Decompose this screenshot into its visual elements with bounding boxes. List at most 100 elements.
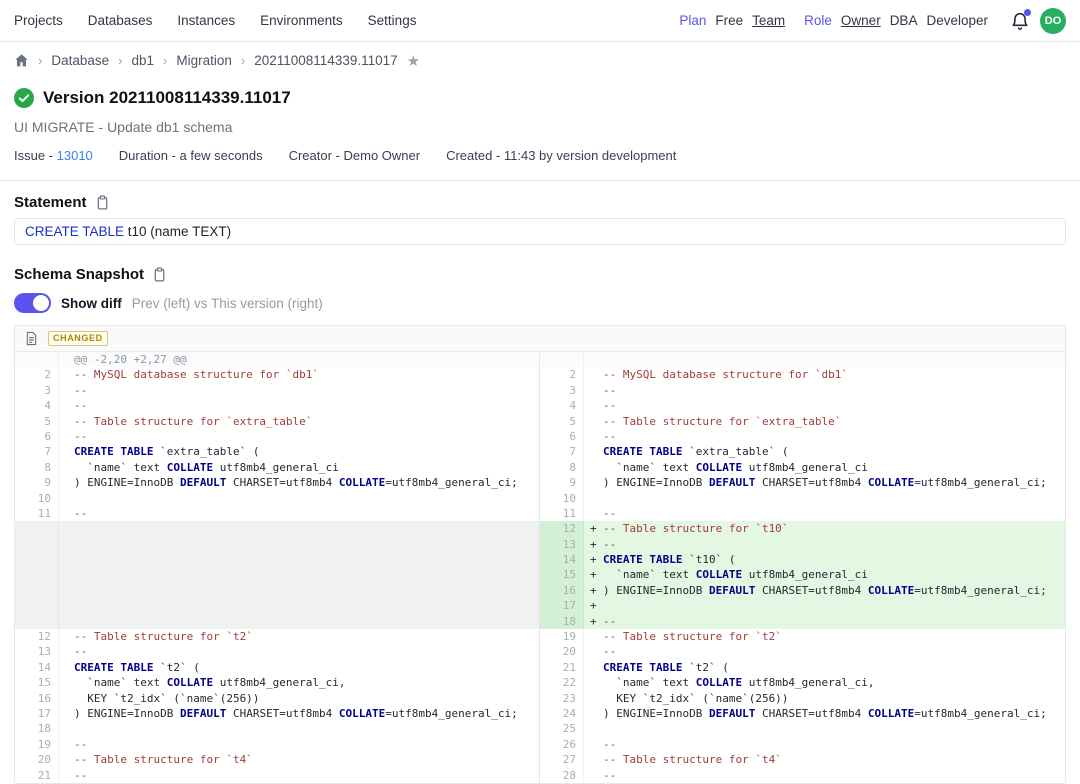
diff-prefix <box>590 475 603 490</box>
issue-link[interactable]: 13010 <box>57 148 93 163</box>
code-line: CREATE TABLE `t2` ( <box>59 660 539 675</box>
code-line <box>584 352 1065 367</box>
line-number: 11 <box>540 506 584 521</box>
line-number: 22 <box>540 675 584 690</box>
role-owner-link[interactable]: Owner <box>841 13 881 28</box>
sql-text: utf8mb4_general_ci, <box>213 675 345 690</box>
diff-row: 8 `name` text COLLATE utf8mb4_general_ci <box>540 460 1065 475</box>
line-number <box>15 583 59 598</box>
diff-row: 5-- Table structure for `extra_table` <box>15 414 539 429</box>
sql-keyword: COLLATE <box>868 583 914 598</box>
role-option-dba[interactable]: DBA <box>890 13 918 28</box>
line-number <box>15 521 59 536</box>
show-diff-label: Show diff <box>61 296 122 311</box>
issue-label: Issue - <box>14 148 53 163</box>
nav-item-instances[interactable]: Instances <box>177 13 235 28</box>
code-line <box>59 567 539 582</box>
line-number <box>15 537 59 552</box>
diff-row <box>15 598 539 613</box>
diff-row: 2-- MySQL database structure for `db1` <box>540 367 1065 382</box>
line-number: 24 <box>540 706 584 721</box>
code-line: +-- <box>584 614 1065 629</box>
code-line <box>584 721 1065 736</box>
diff-row <box>15 567 539 582</box>
line-number <box>15 614 59 629</box>
plan-value: Free <box>715 13 743 28</box>
diff-row: 19-- <box>15 737 539 752</box>
diff-row: 22 `name` text COLLATE utf8mb4_general_c… <box>540 675 1065 690</box>
line-number: 15 <box>15 675 59 690</box>
diff-row: 13+-- <box>540 537 1065 552</box>
line-number: 7 <box>15 444 59 459</box>
sql-comment: -- <box>74 644 87 659</box>
nav-item-projects[interactable]: Projects <box>14 13 63 28</box>
code-line <box>59 598 539 613</box>
sql-text: `t2` ( <box>153 660 199 675</box>
role-option-developer[interactable]: Developer <box>926 13 988 28</box>
code-line: -- Table structure for `t4` <box>584 752 1065 767</box>
line-number <box>15 598 59 613</box>
notification-bell-icon[interactable] <box>1009 10 1031 32</box>
avatar[interactable]: DO <box>1040 8 1066 34</box>
sql-keyword: DEFAULT <box>709 475 755 490</box>
diff-row: 5-- Table structure for `extra_table` <box>540 414 1065 429</box>
show-diff-toggle[interactable] <box>14 293 51 313</box>
diff-row: 26-- <box>540 737 1065 752</box>
diff-hint: Prev (left) vs This version (right) <box>132 296 323 311</box>
diff-row: 9) ENGINE=InnoDB DEFAULT CHARSET=utf8mb4… <box>15 475 539 490</box>
diff-row: 17) ENGINE=InnoDB DEFAULT CHARSET=utf8mb… <box>15 706 539 721</box>
code-line: ) ENGINE=InnoDB DEFAULT CHARSET=utf8mb4 … <box>59 475 539 490</box>
code-line: -- <box>584 429 1065 444</box>
diff-row: 12-- Table structure for `t2` <box>15 629 539 644</box>
sql-text: `extra_table` ( <box>682 444 788 459</box>
code-line <box>59 614 539 629</box>
diff-prefix <box>590 660 603 675</box>
diff-row: 15 `name` text COLLATE utf8mb4_general_c… <box>15 675 539 690</box>
sql-keyword: COLLATE <box>167 675 213 690</box>
code-line: -- Table structure for `t4` <box>59 752 539 767</box>
nav-item-databases[interactable]: Databases <box>88 13 153 28</box>
code-line: CREATE TABLE `t2` ( <box>584 660 1065 675</box>
diff-row <box>15 583 539 598</box>
breadcrumb-database[interactable]: Database <box>51 53 109 68</box>
diff-row: 8 `name` text COLLATE utf8mb4_general_ci <box>15 460 539 475</box>
home-icon[interactable] <box>14 53 29 68</box>
snapshot-heading: Schema Snapshot <box>14 266 144 283</box>
sql-text: utf8mb4_general_ci <box>742 460 868 475</box>
code-line: -- MySQL database structure for `db1` <box>59 367 539 382</box>
diff-row: 14+CREATE TABLE `t10` ( <box>540 552 1065 567</box>
plan-team-link[interactable]: Team <box>752 13 785 28</box>
sql-keyword: COLLATE <box>696 567 742 582</box>
breadcrumb-db1[interactable]: db1 <box>131 53 154 68</box>
sql-keyword: DEFAULT <box>709 583 755 598</box>
sql-keyword: DEFAULT <box>709 706 755 721</box>
line-number: 10 <box>15 491 59 506</box>
sql-text: utf8mb4_general_ci <box>742 567 868 582</box>
line-number: 21 <box>540 660 584 675</box>
diff-pane-left[interactable]: @@ -2,20 +2,27 @@2-- MySQL database stru… <box>15 352 540 783</box>
nav-item-environments[interactable]: Environments <box>260 13 343 28</box>
breadcrumb-separator: › <box>118 53 122 68</box>
breadcrumb-migration[interactable]: Migration <box>176 53 232 68</box>
code-line <box>59 537 539 552</box>
sql-comment: -- Table structure for `t2` <box>603 629 782 644</box>
line-number: 9 <box>540 475 584 490</box>
diff-pane-right[interactable]: 2-- MySQL database structure for `db1`3-… <box>540 352 1065 783</box>
diff-row: 3-- <box>15 383 539 398</box>
copy-statement-icon[interactable] <box>95 195 110 210</box>
code-line <box>584 491 1065 506</box>
nav-item-settings[interactable]: Settings <box>368 13 417 28</box>
copy-snapshot-icon[interactable] <box>152 267 167 282</box>
diff-prefix <box>590 444 603 459</box>
line-number: 8 <box>540 460 584 475</box>
line-number: 19 <box>15 737 59 752</box>
sql-comment: -- <box>74 506 87 521</box>
diff-prefix: + <box>590 552 603 567</box>
diff-row: 21CREATE TABLE `t2` ( <box>540 660 1065 675</box>
breadcrumb-version[interactable]: 20211008114339.11017 <box>254 53 397 68</box>
sql-keyword: CREATE TABLE <box>74 444 153 459</box>
sql-text: =utf8mb4_general_ci; <box>914 706 1046 721</box>
favorite-star-icon[interactable]: ★ <box>407 52 420 70</box>
sql-text: `name` text <box>74 675 167 690</box>
sql-keyword: COLLATE <box>167 460 213 475</box>
